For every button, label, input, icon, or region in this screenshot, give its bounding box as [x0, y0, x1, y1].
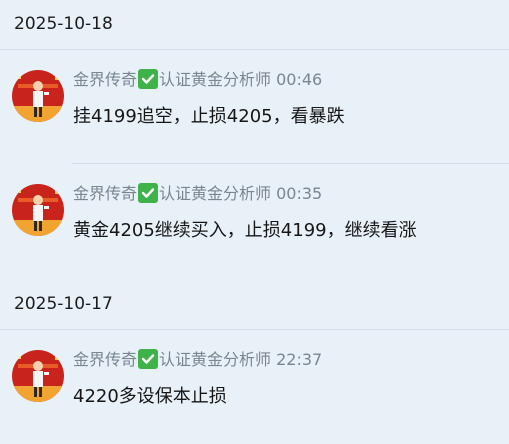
message-time: 00:35: [276, 184, 323, 203]
check-mark-icon: [138, 349, 159, 369]
sender-name: 金界传奇: [73, 184, 138, 203]
message-item[interactable]: 金界传奇 认证黄金分析师 00:35 黄金4205继续买入，止损4199，继续看涨: [0, 164, 509, 278]
message-time: 22:37: [276, 350, 323, 369]
message-text: 黄金4205继续买入，止损4199，继续看涨: [73, 220, 417, 241]
message-text: 4220多设保本止损: [73, 386, 227, 407]
message-item[interactable]: 金界传奇 认证黄金分析师 00:46 挂4199追空，止损4205，看暴跌: [0, 50, 509, 164]
message-meta: 金界传奇 认证黄金分析师 22:37: [73, 349, 322, 370]
date-header: 2025-10-18: [0, 0, 509, 50]
message-time: 00:46: [276, 70, 323, 89]
date-label: 2025-10-17: [14, 294, 113, 314]
avatar[interactable]: [12, 350, 64, 402]
date-header: 2025-10-17: [0, 278, 509, 330]
avatar[interactable]: [12, 70, 64, 122]
sender-badge: 认证黄金分析师: [159, 350, 272, 369]
message-meta: 金界传奇 认证黄金分析师 00:35: [73, 183, 322, 204]
sender-name: 金界传奇: [73, 70, 138, 89]
sender-name: 金界传奇: [73, 350, 138, 369]
check-mark-icon: [138, 69, 159, 89]
sender-badge: 认证黄金分析师: [159, 70, 272, 89]
check-mark-icon: [138, 183, 159, 203]
date-label: 2025-10-18: [14, 14, 113, 34]
message-meta: 金界传奇 认证黄金分析师 00:46: [73, 69, 322, 90]
avatar[interactable]: [12, 184, 64, 236]
message-text: 挂4199追空，止损4205，看暴跌: [73, 106, 345, 127]
sender-badge: 认证黄金分析师: [159, 184, 272, 203]
message-item[interactable]: 金界传奇 认证黄金分析师 22:37 4220多设保本止损: [0, 330, 509, 444]
